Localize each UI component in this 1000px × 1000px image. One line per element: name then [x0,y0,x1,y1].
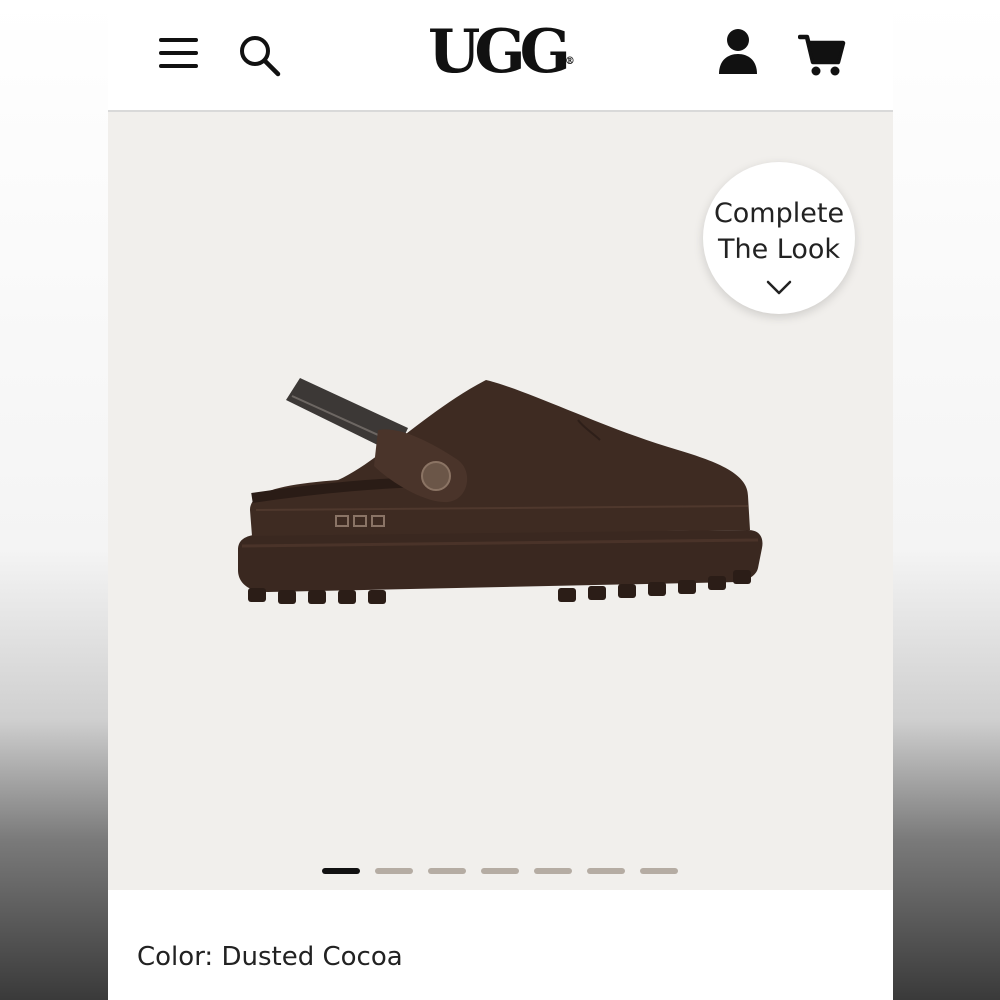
carousel-pagination [322,868,682,876]
carousel-dot[interactable] [322,868,360,874]
color-selection-label: Color: Dusted Cocoa [137,942,403,972]
complete-the-look-label: Complete The Look [703,196,855,268]
brand-registered-mark: ® [564,56,575,67]
site-header: UGG® [108,0,893,112]
menu-icon[interactable] [158,36,200,72]
carousel-dot[interactable] [375,868,413,874]
product-image-clog [238,378,763,604]
color-label: Color: [137,942,214,972]
carousel-dot[interactable] [481,868,519,874]
search-icon[interactable] [238,34,282,78]
complete-the-look-line-1: Complete [713,198,845,229]
cart-icon[interactable] [798,32,846,78]
carousel-dot[interactable] [640,868,678,874]
product-info: Color: Dusted Cocoa [108,890,893,1000]
brand-logo-text: UGG [428,17,571,87]
carousel-dot[interactable] [587,868,625,874]
carousel-dot[interactable] [428,868,466,874]
carousel-dot[interactable] [534,868,572,874]
mobile-page: UGG® Complete The Look Color: Dusted Coc… [108,0,893,1000]
complete-the-look-button[interactable]: Complete The Look [703,162,855,314]
chevron-down-icon [766,280,792,295]
account-icon[interactable] [716,28,760,76]
complete-the-look-line-2: The Look [717,234,841,265]
background-left [0,0,108,1000]
product-image-carousel[interactable]: Complete The Look [108,112,893,890]
color-value: Dusted Cocoa [221,942,403,972]
background-right [893,0,1000,1000]
brand-logo[interactable]: UGG® [428,16,575,88]
